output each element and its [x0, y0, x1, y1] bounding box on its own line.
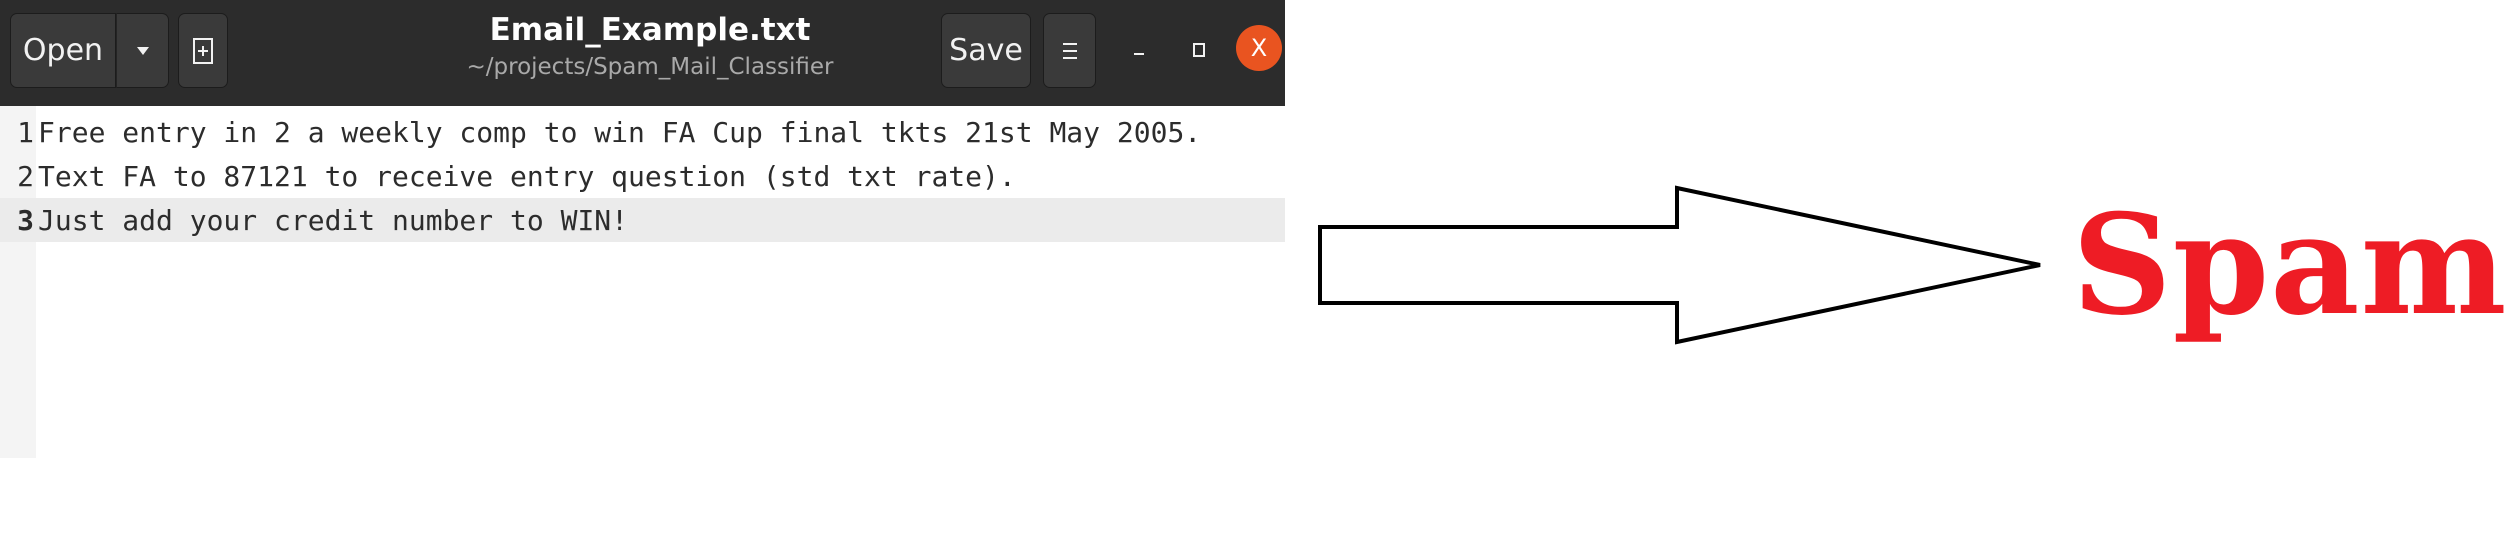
save-button[interactable]: Save	[941, 13, 1031, 88]
classification-result: Spam	[2072, 183, 2508, 346]
current-text-line[interactable]: 3 Just add your credit number to WIN!	[0, 198, 1285, 242]
document-path: ~/projects/Spam_Mail_Classifier	[466, 54, 834, 80]
main-menu-button[interactable]	[1043, 13, 1096, 88]
line-number: 2	[17, 159, 34, 193]
document-title: Email_Example.txt	[489, 12, 811, 48]
line-text: Free entry in 2 a weekly comp to win FA …	[38, 115, 1202, 149]
line-number: 3	[17, 203, 34, 237]
text-editor-window: Open Email_Example.txt ~/projects/Spam_M…	[0, 0, 1285, 458]
save-button-label: Save	[949, 33, 1023, 68]
line-number: 1	[17, 115, 34, 149]
text-area[interactable]: 1 Free entry in 2 a weekly comp to win F…	[0, 106, 1285, 458]
open-menu-button[interactable]	[116, 13, 169, 88]
line-text: Just add your credit number to WIN!	[38, 203, 629, 237]
text-line[interactable]: 2 Text FA to 87121 to receive entry ques…	[0, 154, 1285, 198]
open-button[interactable]: Open	[10, 13, 116, 88]
close-button[interactable]: X	[1236, 25, 1282, 71]
close-icon: X	[1250, 34, 1268, 62]
maximize-button[interactable]	[1174, 25, 1224, 75]
text-line[interactable]: 1 Free entry in 2 a weekly comp to win F…	[0, 110, 1285, 154]
hamburger-menu-icon	[1062, 42, 1077, 59]
open-button-label: Open	[22, 33, 104, 68]
right-arrow-icon	[1318, 185, 2041, 345]
title-block: Email_Example.txt ~/projects/Spam_Mail_C…	[380, 10, 920, 84]
minimize-icon	[1134, 53, 1144, 55]
headerbar: Open Email_Example.txt ~/projects/Spam_M…	[0, 0, 1285, 106]
new-document-button[interactable]	[178, 13, 228, 88]
line-text: Text FA to 87121 to receive entry questi…	[38, 159, 1016, 193]
new-document-icon	[193, 37, 213, 64]
maximize-icon	[1193, 43, 1205, 57]
chevron-down-icon	[136, 46, 149, 55]
minimize-button[interactable]	[1114, 25, 1164, 75]
